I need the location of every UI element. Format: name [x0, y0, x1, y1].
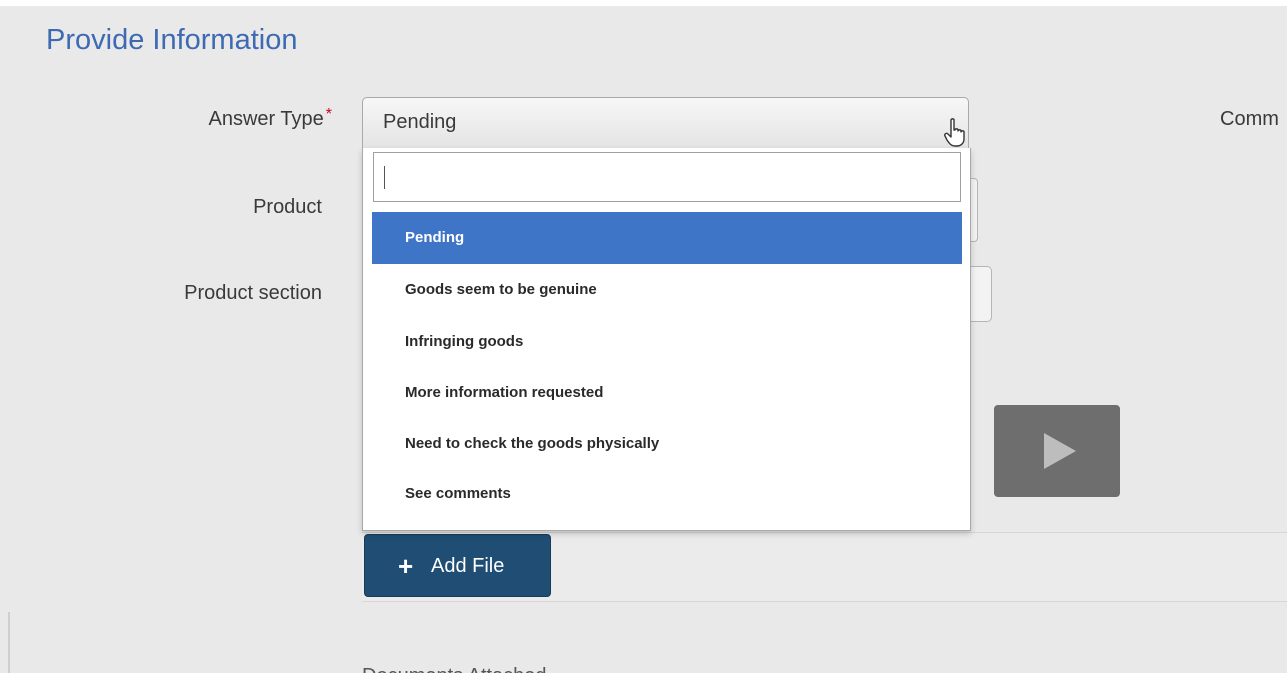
dropdown-option-infringing[interactable]: Infringing goods [372, 316, 962, 368]
answer-type-label: Answer Type * [150, 106, 332, 131]
top-strip [0, 0, 1287, 6]
dropdown-option-genuine[interactable]: Goods seem to be genuine [372, 264, 962, 316]
dropdown-option-check-physically[interactable]: Need to check the goods physically [372, 418, 962, 470]
dropdown-search-input[interactable] [373, 152, 961, 202]
required-marker: * [325, 106, 332, 123]
dropdown-option-see-comments[interactable]: See comments [372, 468, 962, 520]
product-section-label: Product section [184, 282, 322, 304]
add-file-button[interactable]: + Add File [364, 534, 551, 597]
text-caret [384, 166, 385, 189]
play-button[interactable] [994, 405, 1120, 497]
documents-heading: Documents Attached [362, 662, 622, 673]
answer-type-selected-value: Pending [383, 111, 457, 133]
product-label: Product [253, 196, 322, 218]
left-divider [8, 612, 10, 673]
answer-type-select[interactable]: Pending [362, 97, 969, 149]
product-section-field-edge[interactable] [968, 266, 992, 322]
page-title: Provide Information [46, 24, 298, 56]
plus-icon: + [398, 551, 414, 581]
dropdown-option-more-info[interactable]: More information requested [372, 367, 962, 419]
answer-type-dropdown: Pending Goods seem to be genuine Infring… [362, 148, 971, 531]
answer-type-label-text: Answer Type [208, 108, 324, 130]
add-file-label: Add File [431, 555, 505, 577]
documents-heading-text: Documents Attached [362, 665, 547, 673]
dropdown-option-pending[interactable]: Pending [372, 212, 962, 264]
play-icon [1044, 433, 1076, 469]
hand-cursor-icon [944, 118, 965, 147]
comments-label: Comm [1220, 108, 1279, 130]
